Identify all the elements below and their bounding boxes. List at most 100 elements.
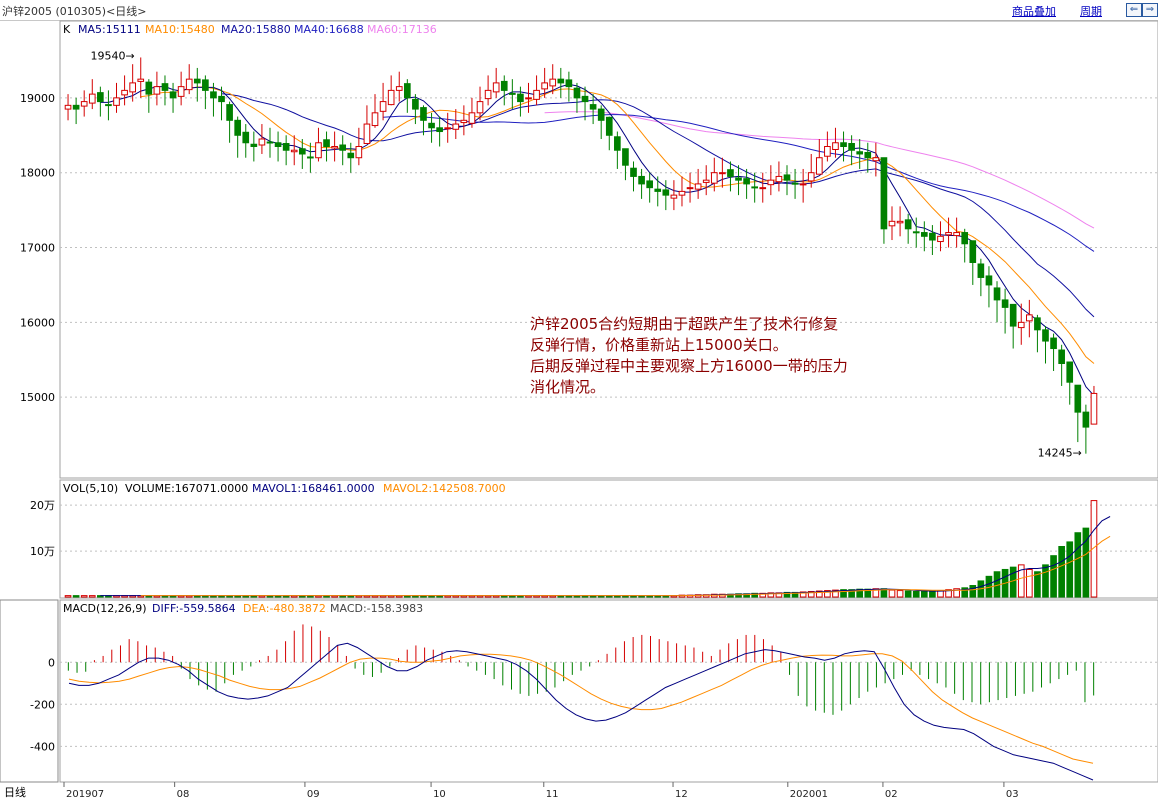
candle-body xyxy=(686,187,694,190)
candle-body xyxy=(307,156,314,159)
volume-bar xyxy=(1034,571,1041,598)
candle-body xyxy=(420,107,427,121)
candle-body xyxy=(1017,321,1025,329)
candle-body xyxy=(379,101,387,112)
candle-body xyxy=(920,232,928,237)
note-line-3: 后期反弹过程中主要观察上方16000一带的压力 xyxy=(530,357,848,375)
candle-body xyxy=(331,146,338,149)
candle-body xyxy=(484,89,492,100)
candle-body xyxy=(355,146,363,159)
candle-body xyxy=(290,149,298,153)
candle-body xyxy=(662,189,670,196)
candle-body xyxy=(1074,384,1082,413)
legend-ma20: MA20:15880 xyxy=(221,23,291,36)
candle-body xyxy=(403,83,411,99)
volume-tick-label: 10万 xyxy=(30,545,55,558)
volume-bar xyxy=(1026,568,1033,598)
candle-body xyxy=(282,143,290,151)
legend-volume: VOLUME:167071.0000 xyxy=(125,482,248,495)
volume-bar xyxy=(1042,564,1049,598)
candle-body xyxy=(500,80,508,91)
candle-body xyxy=(113,97,120,106)
legend-ma10: MA10:15480 xyxy=(145,23,215,36)
volume-bar xyxy=(64,595,72,598)
x-tick-label: 11 xyxy=(546,789,559,800)
candle-body xyxy=(605,116,613,136)
candle-body xyxy=(719,172,726,175)
x-tick-label: 201907 xyxy=(66,789,104,800)
legend-diff: DIFF:-559.5864 xyxy=(152,602,236,615)
candle-body xyxy=(581,95,589,103)
candle-body xyxy=(177,86,185,97)
candle-body xyxy=(985,275,993,286)
price-panel-frame xyxy=(59,20,1158,479)
candle-body xyxy=(153,86,161,95)
note-line-2: 反弹行情，价格重新站上15000关口。 xyxy=(530,336,788,354)
legend-k: K xyxy=(63,23,71,36)
price-tick-label: 18000 xyxy=(20,167,55,180)
price-tick-label: 19000 xyxy=(20,92,55,105)
x-tick-label: 02 xyxy=(885,789,898,800)
candle-body xyxy=(395,86,403,91)
analysis-annotation: 沪锌2005合约短期由于超跌产生了技术行修复 反弹行情，价格重新站上15000关… xyxy=(530,314,848,398)
candle-body xyxy=(234,119,242,136)
volume-bar xyxy=(969,585,977,598)
candle-body xyxy=(694,183,702,190)
candle-body xyxy=(735,177,742,181)
candle-body xyxy=(929,232,936,241)
candle-body xyxy=(97,92,104,103)
candle-body xyxy=(767,179,775,186)
x-tick-label: 202001 xyxy=(790,789,828,800)
candle-body xyxy=(347,152,355,159)
candle-body xyxy=(565,79,573,88)
candle-body xyxy=(1066,361,1074,383)
macd-tick-label: -400 xyxy=(30,740,55,753)
candle-body xyxy=(1082,411,1090,428)
candle-body xyxy=(888,220,896,227)
volume-bar xyxy=(88,595,96,598)
candle-body xyxy=(896,220,904,224)
candle-body xyxy=(72,104,80,110)
candle-body xyxy=(274,142,282,148)
candle-body xyxy=(371,112,379,127)
legend-mavol2: MAVOL2:142508.7000 xyxy=(383,482,506,495)
x-tick-label: 09 xyxy=(307,789,320,800)
candle-body xyxy=(250,143,258,148)
candle-body xyxy=(315,142,322,159)
candle-body xyxy=(807,172,815,182)
legend-macd: MACD:-158.3983 xyxy=(330,602,423,615)
volume-panel-frame xyxy=(59,479,1158,599)
legend-ma40: MA40:16688 xyxy=(294,23,364,36)
candle-body xyxy=(961,232,969,245)
candle-body xyxy=(710,172,718,184)
x-tick-label: 03 xyxy=(1006,789,1019,800)
candle-body xyxy=(492,82,500,93)
candle-body xyxy=(428,122,435,129)
candle-body xyxy=(1042,329,1049,342)
x-tick-label: 10 xyxy=(433,789,446,800)
candle-body xyxy=(824,146,831,157)
macd-tick-label: 0 xyxy=(48,656,55,669)
volume-tick-label: 20万 xyxy=(30,499,55,512)
candle-body xyxy=(121,89,128,96)
candle-body xyxy=(363,123,371,145)
legend-dea: DEA:-480.3872 xyxy=(243,602,326,615)
volume-bar xyxy=(896,590,904,598)
candle-body xyxy=(864,151,872,159)
candle-body xyxy=(193,78,201,84)
candle-body xyxy=(872,157,880,162)
x-tick-label: 08 xyxy=(177,789,190,800)
candle-body xyxy=(589,104,597,110)
candle-body xyxy=(129,82,136,93)
candle-body xyxy=(226,104,233,121)
candle-body xyxy=(654,188,662,192)
volume-bar xyxy=(888,589,896,598)
macd-tick-label: -200 xyxy=(30,698,55,711)
candle-body xyxy=(904,219,912,230)
futures-chart[interactable]: 15000 16000 17000 18000 19000 19540→ 14245→ 10万… xyxy=(0,0,1158,807)
candle-body xyxy=(573,87,581,99)
volume-bar xyxy=(1009,566,1017,598)
candle-body xyxy=(1009,303,1017,327)
candle-body xyxy=(1034,317,1041,331)
price-tick-label: 17000 xyxy=(20,242,55,255)
